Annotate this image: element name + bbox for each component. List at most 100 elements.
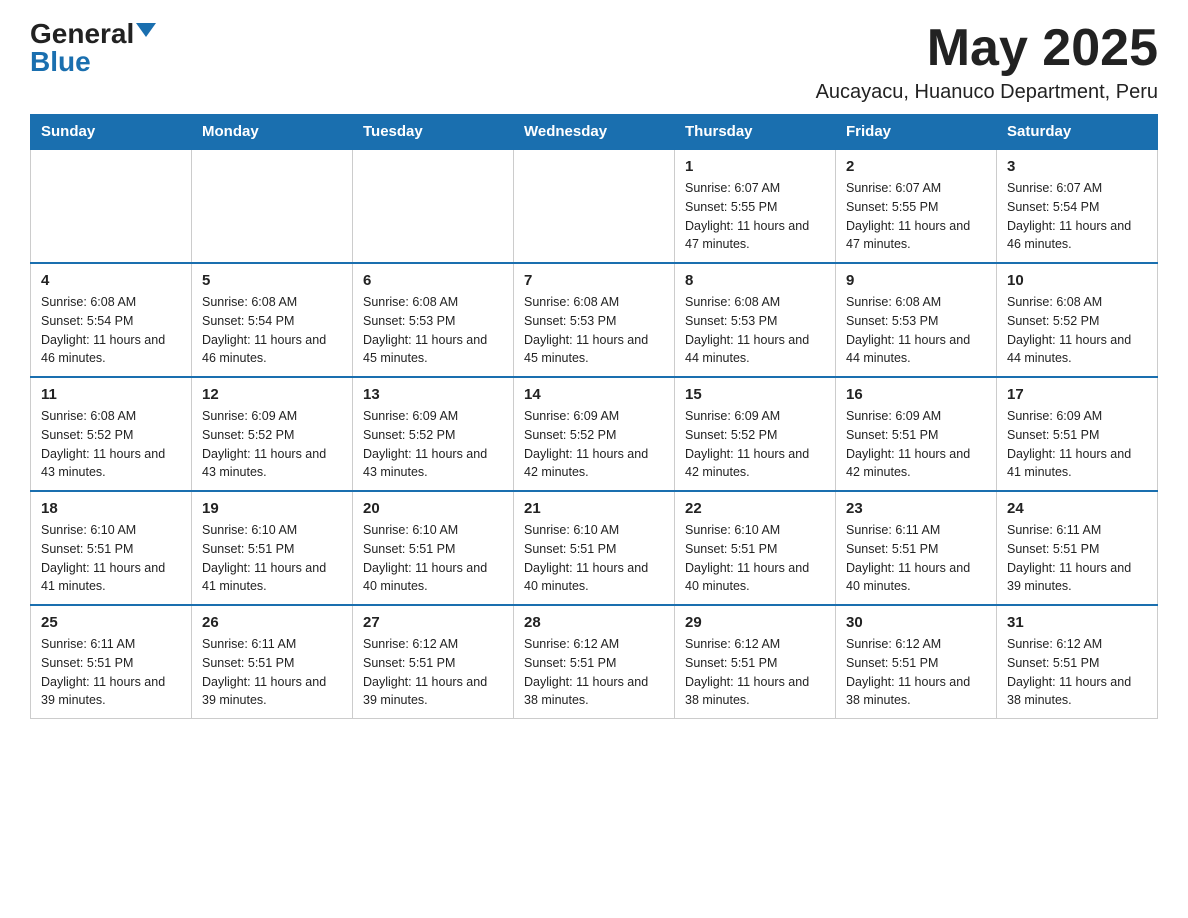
calendar-cell: 15 Sunrise: 6:09 AM Sunset: 5:52 PM Dayli… [675,377,836,491]
day-info: Sunrise: 6:09 AM Sunset: 5:51 PM Dayligh… [1007,407,1147,482]
day-number: 30 [846,614,986,631]
day-number: 5 [202,272,342,289]
calendar-cell [192,149,353,263]
logo-triangle-icon [136,23,156,37]
calendar-header-saturday: Saturday [997,115,1158,150]
calendar-cell: 16Sunrise: 6:09 AM Sunset: 5:51 PM Dayli… [836,377,997,491]
day-number: 3 [1007,158,1147,175]
day-number: 21 [524,500,664,517]
day-info: Sunrise: 6:10 AM Sunset: 5:51 PM Dayligh… [202,521,342,596]
day-info: Sunrise: 6:07 AM Sunset: 5:54 PM Dayligh… [1007,179,1147,254]
calendar-cell: 20 Sunrise: 6:10 AM Sunset: 5:51 PM Dayli… [353,491,514,605]
day-number: 23 [846,500,986,517]
day-info: Sunrise: 6:11 AM Sunset: 5:51 PM Dayligh… [846,521,986,596]
day-number: 1 [685,158,825,175]
day-number: 4 [41,272,181,289]
subtitle: Aucayacu, Huanuco Department, Peru [816,81,1158,104]
calendar-cell: 31 Sunrise: 6:12 AM Sunset: 5:51 PM Dayli… [997,605,1158,719]
title-block: May 2025 Aucayacu, Huanuco Department, P… [816,20,1158,104]
day-number: 15 [685,386,825,403]
calendar-cell: 13Sunrise: 6:09 AM Sunset: 5:52 PM Dayli… [353,377,514,491]
day-info: Sunrise: 6:12 AM Sunset: 5:51 PM Dayligh… [846,635,986,710]
calendar-week-row: 18Sunrise: 6:10 AM Sunset: 5:51 PM Dayli… [31,491,1158,605]
calendar-week-row: 4 Sunrise: 6:08 AM Sunset: 5:54 PM Daylig… [31,263,1158,377]
day-number: 14 [524,386,664,403]
page-header: General Blue May 2025 Aucayacu, Huanuco … [30,20,1158,104]
calendar-cell: 3 Sunrise: 6:07 AM Sunset: 5:54 PM Daylig… [997,149,1158,263]
calendar-header-sunday: Sunday [31,115,192,150]
day-info: Sunrise: 6:09 AM Sunset: 5:52 PM Dayligh… [685,407,825,482]
day-number: 20 [363,500,503,517]
day-info: Sunrise: 6:10 AM Sunset: 5:51 PM Dayligh… [41,521,181,596]
day-number: 31 [1007,614,1147,631]
day-info: Sunrise: 6:09 AM Sunset: 5:52 PM Dayligh… [524,407,664,482]
calendar-cell: 11 Sunrise: 6:08 AM Sunset: 5:52 PM Dayli… [31,377,192,491]
day-number: 17 [1007,386,1147,403]
calendar-cell: 1Sunrise: 6:07 AM Sunset: 5:55 PM Daylig… [675,149,836,263]
main-title: May 2025 [816,20,1158,77]
day-info: Sunrise: 6:08 AM Sunset: 5:54 PM Dayligh… [202,293,342,368]
calendar-header-monday: Monday [192,115,353,150]
day-number: 12 [202,386,342,403]
day-info: Sunrise: 6:08 AM Sunset: 5:53 PM Dayligh… [363,293,503,368]
day-info: Sunrise: 6:10 AM Sunset: 5:51 PM Dayligh… [363,521,503,596]
calendar-cell: 23 Sunrise: 6:11 AM Sunset: 5:51 PM Dayli… [836,491,997,605]
calendar-cell: 30 Sunrise: 6:12 AM Sunset: 5:51 PM Dayli… [836,605,997,719]
calendar-cell [514,149,675,263]
calendar-cell: 9 Sunrise: 6:08 AM Sunset: 5:53 PM Daylig… [836,263,997,377]
calendar-cell: 29Sunrise: 6:12 AM Sunset: 5:51 PM Dayli… [675,605,836,719]
calendar-cell: 7 Sunrise: 6:08 AM Sunset: 5:53 PM Daylig… [514,263,675,377]
calendar-header-wednesday: Wednesday [514,115,675,150]
day-info: Sunrise: 6:09 AM Sunset: 5:52 PM Dayligh… [363,407,503,482]
calendar-cell: 18Sunrise: 6:10 AM Sunset: 5:51 PM Dayli… [31,491,192,605]
day-info: Sunrise: 6:10 AM Sunset: 5:51 PM Dayligh… [685,521,825,596]
calendar-cell: 14 Sunrise: 6:09 AM Sunset: 5:52 PM Dayli… [514,377,675,491]
calendar-cell: 8 Sunrise: 6:08 AM Sunset: 5:53 PM Daylig… [675,263,836,377]
calendar-cell: 22Sunrise: 6:10 AM Sunset: 5:51 PM Dayli… [675,491,836,605]
calendar-header-thursday: Thursday [675,115,836,150]
day-number: 24 [1007,500,1147,517]
day-info: Sunrise: 6:12 AM Sunset: 5:51 PM Dayligh… [1007,635,1147,710]
calendar-cell: 19 Sunrise: 6:10 AM Sunset: 5:51 PM Dayli… [192,491,353,605]
day-info: Sunrise: 6:11 AM Sunset: 5:51 PM Dayligh… [41,635,181,710]
calendar-week-row: 11 Sunrise: 6:08 AM Sunset: 5:52 PM Dayli… [31,377,1158,491]
calendar-cell: 10Sunrise: 6:08 AM Sunset: 5:52 PM Dayli… [997,263,1158,377]
day-number: 10 [1007,272,1147,289]
logo: General Blue [30,20,156,76]
calendar-header-tuesday: Tuesday [353,115,514,150]
day-number: 9 [846,272,986,289]
calendar-cell: 21 Sunrise: 6:10 AM Sunset: 5:51 PM Dayli… [514,491,675,605]
calendar-cell: 17 Sunrise: 6:09 AM Sunset: 5:51 PM Dayli… [997,377,1158,491]
calendar-header-row: SundayMondayTuesdayWednesdayThursdayFrid… [31,115,1158,150]
day-info: Sunrise: 6:08 AM Sunset: 5:52 PM Dayligh… [41,407,181,482]
day-number: 8 [685,272,825,289]
calendar-cell: 28 Sunrise: 6:12 AM Sunset: 5:51 PM Dayli… [514,605,675,719]
calendar-cell: 6 Sunrise: 6:08 AM Sunset: 5:53 PM Daylig… [353,263,514,377]
calendar-week-row: 1 Sunrise: 6:07 AM Sunset: 5:55 PM Daylig… [31,149,1158,263]
day-number: 6 [363,272,503,289]
calendar-cell: 27Sunrise: 6:12 AM Sunset: 5:51 PM Dayli… [353,605,514,719]
day-number: 28 [524,614,664,631]
calendar-cell [353,149,514,263]
day-info: Sunrise: 6:09 AM Sunset: 5:52 PM Dayligh… [202,407,342,482]
day-info: Sunrise: 6:08 AM Sunset: 5:54 PM Dayligh… [41,293,181,368]
calendar-cell: 2 Sunrise: 6:07 AM Sunset: 5:55 PM Daylig… [836,149,997,263]
calendar-cell: 26Sunrise: 6:11 AM Sunset: 5:51 PM Dayli… [192,605,353,719]
day-info: Sunrise: 6:10 AM Sunset: 5:51 PM Dayligh… [524,521,664,596]
day-number: 11 [41,386,181,403]
day-info: Sunrise: 6:08 AM Sunset: 5:53 PM Dayligh… [524,293,664,368]
day-number: 19 [202,500,342,517]
day-info: Sunrise: 6:07 AM Sunset: 5:55 PM Dayligh… [846,179,986,254]
calendar-header-friday: Friday [836,115,997,150]
day-info: Sunrise: 6:08 AM Sunset: 5:53 PM Dayligh… [846,293,986,368]
day-info: Sunrise: 6:08 AM Sunset: 5:53 PM Dayligh… [685,293,825,368]
day-number: 2 [846,158,986,175]
day-number: 7 [524,272,664,289]
day-info: Sunrise: 6:12 AM Sunset: 5:51 PM Dayligh… [524,635,664,710]
day-number: 29 [685,614,825,631]
calendar-table: SundayMondayTuesdayWednesdayThursdayFrid… [30,114,1158,719]
day-number: 16 [846,386,986,403]
day-number: 25 [41,614,181,631]
day-number: 26 [202,614,342,631]
day-info: Sunrise: 6:12 AM Sunset: 5:51 PM Dayligh… [363,635,503,710]
